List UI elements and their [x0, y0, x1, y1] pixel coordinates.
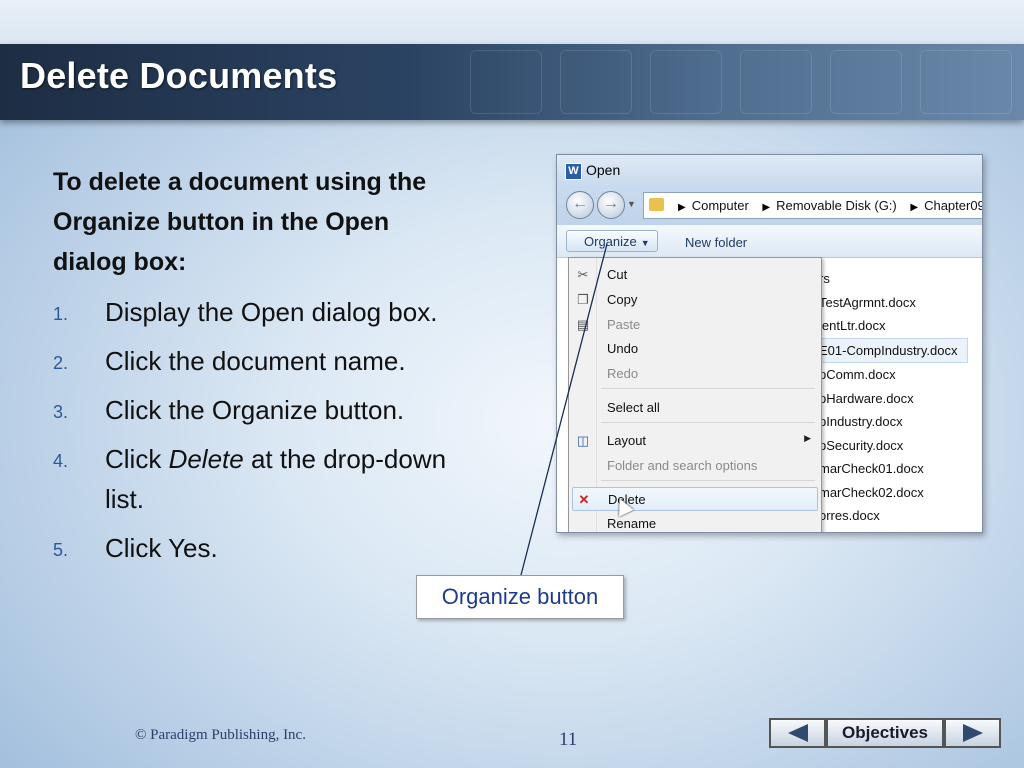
list-item[interactable]: pComm.docx: [819, 363, 968, 387]
keyboard-key-decoration: [650, 50, 722, 114]
title-bar: Delete Documents: [0, 44, 1024, 120]
breadcrumb-item[interactable]: Chapter09: [924, 198, 982, 213]
menu-item-paste[interactable]: ▤ Paste: [569, 313, 821, 337]
folder-icon: [649, 198, 664, 211]
address-row: ← → ▼ ▶ Computer ▶ Removable Disk (G:) ▶ Ch…: [557, 185, 982, 225]
menu-divider: [601, 388, 815, 389]
step-number: 1.: [53, 304, 69, 324]
step-number: 3.: [53, 402, 69, 422]
step-item: 2. Click the document name.: [53, 341, 483, 381]
breadcrumb-item[interactable]: Computer: [692, 198, 749, 213]
menu-item-delete[interactable]: ✕ Delete: [572, 487, 818, 511]
triangle-right-icon: [963, 724, 983, 742]
list-item[interactable]: rs: [819, 267, 968, 291]
copy-icon: ❐: [577, 292, 589, 307]
organize-button[interactable]: Organize ▼: [566, 230, 658, 252]
intro-text: To delete a document using the Organize …: [53, 168, 427, 276]
list-item-selected[interactable]: E01-CompIndustry.docx: [815, 337, 968, 363]
step-text: Click the Organize button.: [105, 395, 405, 425]
paste-icon: ▤: [576, 317, 590, 332]
layout-icon: ◫: [576, 433, 590, 448]
list-item[interactable]: TestAgrmnt.docx: [819, 291, 968, 315]
keyboard-key-decoration: [830, 50, 902, 114]
step-emphasis: Delete: [168, 444, 244, 474]
menu-item-undo[interactable]: Undo: [569, 337, 821, 361]
list-item[interactable]: marCheck02.docx: [819, 481, 968, 505]
step-number: 2.: [53, 353, 69, 373]
file-list: rs TestAgrmnt.docx ientLtr.docx E01-Comp…: [815, 267, 968, 528]
forward-arrow-icon[interactable]: →: [597, 191, 625, 219]
list-item[interactable]: pSecurity.docx: [819, 434, 968, 458]
new-folder-button[interactable]: New folder: [685, 235, 747, 250]
keyboard-key-decoration: [920, 50, 1012, 114]
step-item: 3. Click the Organize button.: [53, 390, 483, 430]
back-arrow-icon[interactable]: ←: [566, 191, 594, 219]
copyright-text: © Paradigm Publishing, Inc.: [135, 727, 306, 743]
list-item[interactable]: ientLtr.docx: [819, 314, 968, 338]
dialog-title-bar: W Open: [557, 155, 982, 185]
menu-divider: [601, 422, 815, 423]
address-bar[interactable]: ▶ Computer ▶ Removable Disk (G:) ▶ Chapter0…: [643, 192, 982, 219]
previous-slide-button[interactable]: [769, 718, 826, 748]
list-item[interactable]: marCheck01.docx: [819, 457, 968, 481]
organize-button-callout: Organize button: [416, 575, 624, 619]
chevron-down-icon: ▼: [640, 238, 650, 248]
organize-dropdown-menu: ✂ Cut ❐ Copy ▤ Paste Undo Redo Select all ◫…: [568, 257, 822, 532]
organize-label: Organize: [584, 234, 637, 249]
keyboard-key-decoration: [740, 50, 812, 114]
menu-item-copy[interactable]: ❐ Copy: [569, 288, 821, 312]
chevron-right-icon: ▶: [804, 433, 811, 443]
slide-title: Delete Documents: [20, 55, 338, 96]
step-text: Display the Open dialog box.: [105, 297, 438, 327]
step-number: 5.: [53, 540, 69, 560]
top-strip: [0, 0, 1024, 44]
step-text: Click the document name.: [105, 346, 406, 376]
menu-item-folder-options[interactable]: Folder and search options: [569, 454, 821, 478]
menu-item-redo[interactable]: Redo: [569, 362, 821, 386]
page-number: 11: [559, 729, 578, 750]
word-icon: W: [565, 163, 582, 180]
open-dialog-screenshot: W Open ← → ▼ ▶ Computer ▶ Removable Disk (…: [556, 154, 983, 533]
step-item: 1. Display the Open dialog box.: [53, 292, 483, 332]
dialog-title: Open: [586, 162, 621, 178]
steps-list: 1. Display the Open dialog box. 2. Click t…: [53, 292, 483, 577]
next-slide-button[interactable]: [944, 718, 1001, 748]
menu-divider: [601, 480, 815, 481]
command-bar: Organize ▼ New folder: [557, 225, 982, 258]
step-item: 4. Click Delete at the drop-down list.: [53, 439, 483, 519]
step-text: Click Yes.: [105, 533, 218, 563]
menu-item-cut[interactable]: ✂ Cut: [569, 263, 821, 287]
scissors-icon: ✂: [577, 267, 589, 282]
breadcrumb-arrow-icon[interactable]: ▶: [678, 202, 686, 213]
keyboard-key-decoration: [470, 50, 542, 114]
history-dropdown-icon[interactable]: ▼: [627, 199, 636, 209]
menu-item-rename[interactable]: Rename: [569, 512, 821, 532]
breadcrumb-arrow-icon[interactable]: ▶: [910, 202, 918, 213]
list-item[interactable]: orres.docx: [819, 504, 968, 528]
breadcrumb-item[interactable]: Removable Disk (G:): [776, 198, 897, 213]
step-text: Click: [105, 444, 169, 474]
breadcrumb-arrow-icon[interactable]: ▶: [762, 202, 770, 213]
keyboard-key-decoration: [560, 50, 632, 114]
triangle-left-icon: [788, 724, 808, 742]
step-number: 4.: [53, 451, 69, 471]
list-item[interactable]: pIndustry.docx: [819, 410, 968, 434]
objectives-button[interactable]: Objectives: [826, 718, 944, 748]
menu-item-layout[interactable]: ◫ Layout ▶: [569, 429, 821, 453]
step-item: 5. Click Yes.: [53, 528, 483, 568]
delete-x-icon: ✕: [578, 492, 590, 507]
list-item[interactable]: pHardware.docx: [819, 387, 968, 411]
breadcrumb: ▶ Computer ▶ Removable Disk (G:) ▶ Chapter0…: [672, 198, 982, 213]
menu-item-select-all[interactable]: Select all: [569, 396, 821, 420]
